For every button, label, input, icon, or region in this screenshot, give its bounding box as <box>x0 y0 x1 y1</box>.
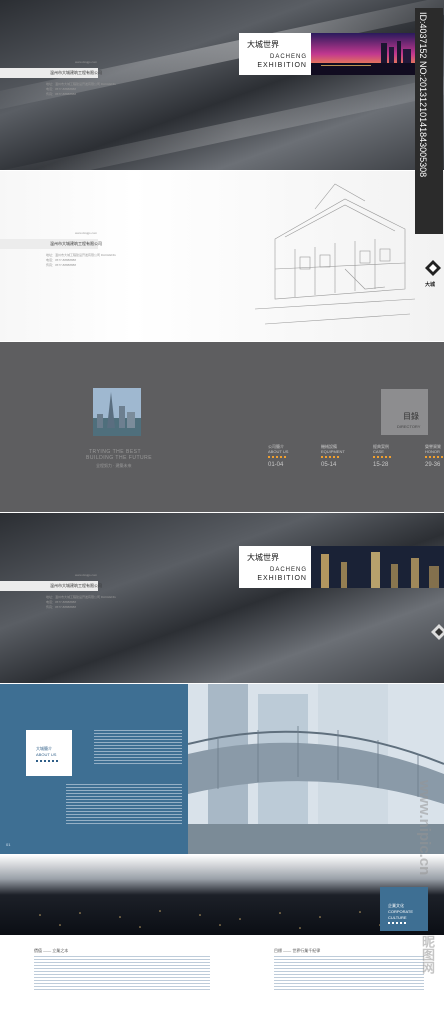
toc-dash <box>268 456 286 458</box>
inner-cover-panel: www.dcsjgs.com 温州市大城建筑工程有限公司 地址：温州市大城工程建… <box>0 171 444 341</box>
culture-right-text <box>274 956 424 990</box>
about-page-number: 01 <box>6 842 11 847</box>
cover-address-3: 传真：0577-88888888 <box>46 92 77 96</box>
back-company-name: 温州市大城建筑工程有限公司 <box>50 583 102 588</box>
cover-title-en1: DACHENG <box>269 54 307 60</box>
culture-left-heading: 價值 —— 立業之本 <box>34 948 69 953</box>
watermark-url: www.nipic.cn <box>416 780 433 876</box>
toc-item-range: 15-28 <box>373 462 389 468</box>
about-dash <box>36 760 60 762</box>
toc-item[interactable]: 公司簡介 ABOUT US 01-04 <box>268 444 312 468</box>
toc-item-range: 05-14 <box>321 462 337 468</box>
back-cover-panel: 大城世界 DACHENG EXHIBITION www.dcsjgs.com 温… <box>0 513 444 683</box>
culture-title-en1: CORPORATE <box>388 909 414 914</box>
back-company-bar: 温州市大城建筑工程有限公司 <box>0 581 102 591</box>
slogan-en2: BUILDING THE FUTURE <box>86 455 153 461</box>
toc-item-range: 29-36 <box>425 462 441 468</box>
toc-item-en: HONOR <box>425 449 440 454</box>
directory-title-en: DIRECTORY <box>397 424 421 429</box>
cover-title-box: 大城世界 DACHENG EXHIBITION <box>239 33 311 75</box>
back-url: www.dcsjgs.com <box>75 573 98 577</box>
toc-item[interactable]: 經典案例 CASE 15-28 <box>373 444 417 468</box>
night-city-photo <box>311 546 444 588</box>
back-title-en2: EXHIBITION <box>257 575 307 582</box>
directory-title-box: 目錄 DIRECTORY <box>381 389 428 435</box>
sunset-city-photo <box>311 33 415 75</box>
about-title-box: 大城簡介 ABOUT US <box>26 730 72 776</box>
slogan-cn: 全程努力 · 建築未來 <box>96 463 132 468</box>
about-title-en: ABOUT US <box>36 752 57 757</box>
directory-city-photo <box>93 388 141 436</box>
toc-item-en: EQUIPMENT <box>321 449 345 454</box>
toc-item-en: CASE <box>373 449 384 454</box>
directory-panel: TRYING THE BEST BUILDING THE FUTURE 全程努力… <box>0 342 444 512</box>
inner-url: www.dcsjgs.com <box>75 231 98 235</box>
night-panorama-photo <box>0 855 444 935</box>
culture-title-box: 企業文化 CORPORATE CULTURE <box>380 887 428 931</box>
toc-item-en: ABOUT US <box>268 449 289 454</box>
back-title-box: 大城世界 DACHENG EXHIBITION <box>239 546 311 588</box>
toc-item[interactable]: 榮譽資質 HONOR 29-36 <box>425 444 444 468</box>
about-panel: 大城簡介 ABOUT US 01 <box>0 684 444 854</box>
cover-title-cn: 大城世界 <box>247 40 279 49</box>
back-title-en1: DACHENG <box>269 567 307 573</box>
inner-address-2: 电话：0577-88888888 <box>46 258 77 262</box>
toc-dash <box>321 456 339 458</box>
cover-company-name: 温州市大城建筑工程有限公司 <box>50 70 102 75</box>
cover-address-1: 地址：温州市大城工程建设开发有限公司 DACHENG <box>46 82 116 86</box>
back-address-3: 传真：0577-88888888 <box>46 605 77 609</box>
logo-text: 大城 <box>425 282 436 288</box>
cover-address-2: 电话：0577-88888888 <box>46 87 77 91</box>
toc-item-range: 01-04 <box>268 462 284 468</box>
cover-title-en2: EXHIBITION <box>257 62 307 69</box>
about-en-text-block <box>66 784 182 824</box>
cover-company-bar: 温州市大城建筑工程有限公司 <box>0 68 102 78</box>
inner-company-bar: 温州市大城建筑工程有限公司 <box>0 239 102 249</box>
back-address-1: 地址：温州市大城工程建设开发有限公司 DACHENG <box>46 595 116 599</box>
dacheng-logo-icon <box>431 624 444 640</box>
toc-dash <box>373 456 391 458</box>
back-title-cn: 大城世界 <box>247 553 279 562</box>
directory-title-cn: 目錄 <box>403 412 419 421</box>
inner-company-name: 温州市大城建筑工程有限公司 <box>50 241 102 246</box>
cover-url: www.dcsjgs.com <box>75 60 98 64</box>
watermark-id-strip: ID:4037152 NO:20131210141843005308 <box>415 8 443 234</box>
back-address-2: 电话：0577-88888888 <box>46 600 77 604</box>
culture-right-heading: 目標 —— 世界行業千紀律 <box>274 948 321 953</box>
culture-panel: 企業文化 CORPORATE CULTURE 價值 —— 立業之本 目標 —— … <box>0 855 444 1024</box>
toc-dash <box>425 456 443 458</box>
house-sketch-illustration <box>255 183 415 325</box>
dacheng-logo-icon <box>425 260 441 276</box>
toc-item[interactable]: 機械設備 EQUIPMENT 05-14 <box>321 444 365 468</box>
about-cn-text-block <box>94 730 182 766</box>
skybridge-architecture-photo <box>188 684 444 854</box>
culture-dash <box>388 922 408 924</box>
watermark-site: 昵图网 <box>420 935 435 974</box>
culture-left-text <box>34 956 210 990</box>
watermark-id-text: ID:4037152 NO:20131210141843005308 <box>418 12 428 178</box>
inner-address-1: 地址：温州市大城工程建设开发有限公司 DACHENG <box>46 253 116 257</box>
inner-address-3: 传真：0577-88888888 <box>46 263 77 267</box>
cover-panel: 大城世界 DACHENG EXHIBITION www.dcsjgs.com 温… <box>0 0 444 170</box>
culture-title-en2: CULTURE <box>388 915 407 920</box>
